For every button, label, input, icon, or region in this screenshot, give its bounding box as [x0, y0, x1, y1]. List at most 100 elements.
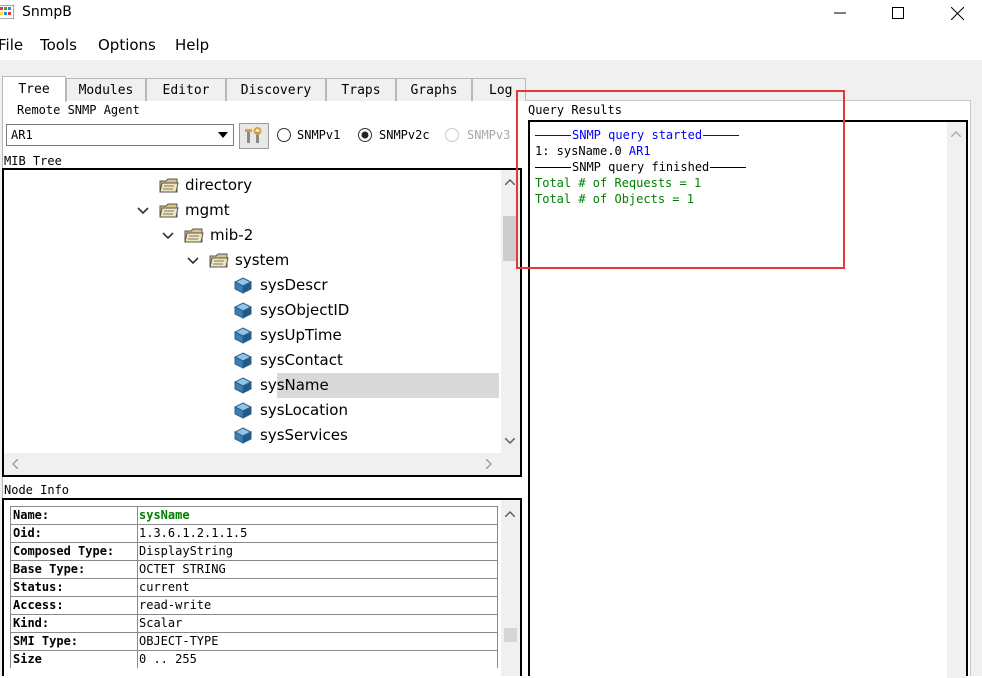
node-info-value: current [139, 580, 190, 594]
node-info-key: Name: [11, 507, 138, 524]
tree-vscrollbar[interactable] [501, 170, 520, 453]
tab-graphs[interactable]: Graphs [396, 78, 472, 101]
chevron-up-icon [951, 131, 961, 137]
tab-editor[interactable]: Editor [146, 78, 226, 101]
chevron-left-icon [12, 459, 18, 469]
tree-node-system[interactable]: system [4, 248, 499, 273]
tab-discovery[interactable]: Discovery [226, 78, 326, 101]
radio-snmpv1[interactable]: SNMPv1 [276, 126, 340, 144]
node-info-key: Status: [11, 579, 138, 596]
radio-label: SNMPv3 [467, 128, 511, 142]
radio-icon [445, 128, 459, 142]
tree-node-syscontact[interactable]: sysContact [4, 348, 499, 373]
chevron-down-icon[interactable] [162, 232, 174, 240]
node-info-row: Base Type: OCTET STRING [11, 560, 497, 578]
folder-icon [159, 203, 179, 218]
node-info-key: Oid: [11, 525, 138, 542]
node-info-row: Status: current [11, 578, 497, 596]
menu-help[interactable]: Help [175, 36, 209, 54]
tree-node-sysuptime[interactable]: sysUpTime [4, 323, 499, 348]
node-info-value: read-write [139, 598, 212, 612]
radio-label: SNMPv1 [297, 128, 341, 142]
title-bar: SnmpB [0, 0, 982, 26]
node-info-value: OBJECT-TYPE [139, 634, 219, 648]
menu-options[interactable]: Options [98, 36, 156, 54]
radio-snmpv3[interactable]: SNMPv3 [444, 126, 510, 144]
node-info-row: Name: sysName [11, 506, 497, 524]
query-results-vscrollbar[interactable] [947, 122, 966, 678]
query-result-prefix: 1: sysName.0 [535, 144, 629, 158]
tree-node-sysname[interactable]: sysName [4, 373, 499, 398]
query-result-line: 1: sysName.0 AR1 [535, 143, 746, 159]
rule-right [710, 166, 747, 168]
query-results-text: SNMP query started 1: sysName.0 AR1 SNMP… [535, 127, 747, 207]
tree-node-label: sysDescr [260, 276, 328, 294]
query-result-value: AR1 [628, 144, 651, 158]
rule-left [535, 166, 571, 168]
node-info-vscrollbar[interactable] [501, 500, 520, 676]
node-info-vscroll-thumb[interactable] [504, 628, 517, 642]
total-objects-line: Total # of Objects = 1 [535, 192, 694, 206]
tab-modules[interactable]: Modules [66, 78, 146, 101]
query-finished-text: SNMP query finished [572, 160, 710, 174]
node-info-value: 1.3.6.1.2.1.1.5 [139, 526, 248, 540]
tree-node-label: sysServices [260, 426, 348, 444]
agent-settings-button[interactable] [239, 123, 269, 149]
tree-node-label: sysLocation [260, 401, 348, 419]
node-info-key: Access: [11, 597, 138, 614]
tree-node-mib-2[interactable]: mib-2 [4, 223, 499, 248]
node-info-row: Size 0 .. 255 [11, 650, 497, 668]
query-started-text: SNMP query started [572, 128, 703, 142]
node-info-key: Base Type: [11, 561, 138, 578]
chevron-down-icon[interactable] [137, 207, 149, 215]
node-info-value: sysName [139, 508, 190, 522]
tree-hscrollbar[interactable] [4, 453, 501, 475]
tab-log[interactable]: Log [472, 78, 526, 101]
agent-select[interactable]: AR1 [6, 124, 234, 146]
maximize-icon [892, 7, 904, 19]
node-info-row: Kind: Scalar [11, 614, 497, 632]
agent-section-label: Remote SNMP Agent [17, 103, 140, 117]
node-info-key: Composed Type: [11, 543, 138, 560]
tree-node-directory[interactable]: directory [4, 173, 499, 198]
node-info-row: SMI Type: OBJECT-TYPE [11, 632, 497, 650]
tree-node-syslocation[interactable]: sysLocation [4, 398, 499, 423]
tools-icon [245, 127, 262, 143]
mib-tree-view[interactable]: directory mgmt mib-2 system sysDescr sysObjec… [2, 168, 522, 477]
tree-node-label: sysContact [260, 351, 343, 369]
tree-vscroll-thumb[interactable] [503, 216, 518, 261]
tree-node-label: sysObjectID [260, 301, 350, 319]
menu-tools[interactable]: Tools [40, 36, 77, 54]
node-info-value: OCTET STRING [139, 562, 226, 576]
radio-icon [277, 128, 291, 142]
folder-icon [184, 228, 204, 243]
tree-node-label: sysName [260, 376, 329, 394]
query-results-view[interactable]: SNMP query started 1: sysName.0 AR1 SNMP… [528, 120, 968, 678]
tree-node-label: directory [185, 176, 253, 194]
close-button[interactable] [934, 0, 980, 26]
mib-tree-section-label: MIB Tree [4, 154, 62, 168]
tree-node-mgmt[interactable]: mgmt [4, 198, 499, 223]
tab-tree[interactable]: Tree [2, 76, 66, 102]
menu-file[interactable]: File [0, 36, 23, 54]
tree-node-label: mgmt [185, 201, 230, 219]
app-icon [0, 5, 14, 19]
node-info-value: Scalar [139, 616, 183, 630]
leaf-node-icon [234, 277, 252, 294]
radio-snmpv2c[interactable]: SNMPv2c [357, 126, 430, 144]
minimize-button[interactable] [817, 0, 863, 26]
tab-traps[interactable]: Traps [326, 78, 396, 101]
tree-node-sysobjectid[interactable]: sysObjectID [4, 298, 499, 323]
tree-node-sysservices[interactable]: sysServices [4, 423, 499, 448]
maximize-button[interactable] [875, 0, 921, 26]
rule-right [703, 134, 740, 136]
chevron-up-icon [505, 179, 515, 185]
minimize-icon [834, 12, 846, 14]
chevron-down-icon[interactable] [187, 257, 199, 265]
node-info-key: Kind: [11, 615, 138, 632]
leaf-node-icon [234, 352, 252, 369]
close-icon [950, 6, 964, 20]
tree-node-sysdescr[interactable]: sysDescr [4, 273, 499, 298]
total-requests-line: Total # of Requests = 1 [535, 176, 702, 190]
chevron-up-icon [505, 511, 515, 517]
